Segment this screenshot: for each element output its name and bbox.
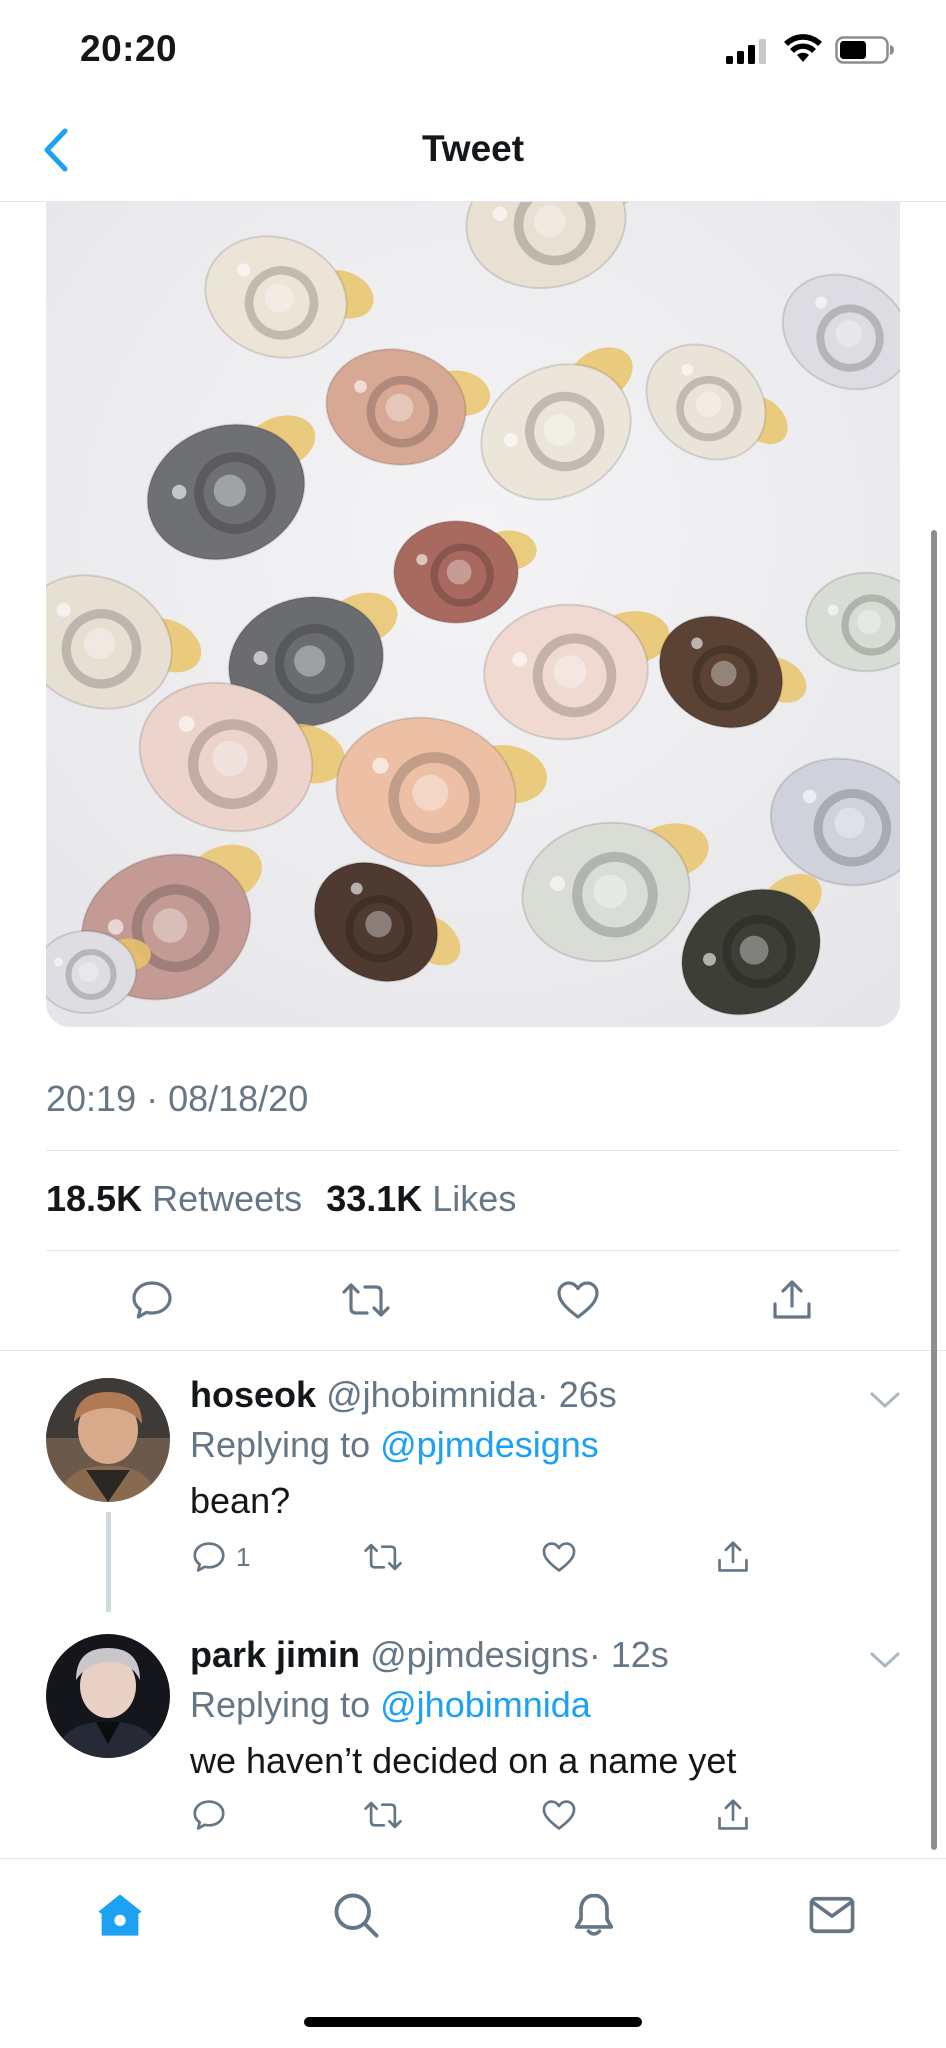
share-button[interactable] [714, 1538, 752, 1576]
reply-item[interactable]: park jimin @pjmdesigns· 12s Replying to … [0, 1612, 946, 1858]
avatar-image [46, 1378, 170, 1502]
reply-author-handle[interactable]: @pjmdesigns [370, 1634, 589, 1675]
reply-options-button[interactable] [868, 1648, 902, 1672]
tab-notifications[interactable] [566, 1887, 622, 1943]
reply-icon [193, 1542, 225, 1572]
reply-author-handle[interactable]: @jhobimnida [326, 1374, 537, 1415]
status-bar: 20:20 [0, 0, 946, 100]
reply-item[interactable]: hoseok @jhobimnida· 26s Replying to @pjm… [0, 1352, 946, 1612]
divider [46, 1150, 900, 1151]
search-icon [334, 1893, 379, 1938]
like-button[interactable] [540, 1796, 578, 1834]
nav-header: Tweet [0, 100, 946, 202]
home-indicator[interactable] [304, 2017, 642, 2027]
replying-to-link[interactable]: @pjmdesigns [380, 1424, 599, 1465]
replying-to-label: Replying to [190, 1684, 371, 1725]
share-icon [718, 1799, 748, 1830]
avatar[interactable] [46, 1634, 170, 1758]
retweet-button[interactable] [362, 1538, 404, 1576]
likes-stat[interactable]: 33.1K Likes [326, 1178, 516, 1219]
divider [0, 1350, 946, 1351]
retweets-stat[interactable]: 18.5K Retweets [46, 1178, 302, 1219]
share-icon [773, 1280, 811, 1319]
share-icon [718, 1541, 748, 1572]
tweet-photo[interactable] [46, 202, 900, 1027]
reply-button[interactable] [190, 1796, 228, 1834]
page-title: Tweet [421, 128, 525, 169]
replying-to-label: Replying to [190, 1424, 371, 1465]
notifications-icon [574, 1893, 614, 1936]
status-time: 20:20 [80, 28, 178, 69]
like-icon [557, 1281, 599, 1319]
reply-text: we haven’t decided on a name yet [190, 1740, 737, 1781]
divider [46, 1250, 900, 1251]
like-icon [542, 1800, 576, 1830]
likes-count: 33.1K [326, 1178, 423, 1219]
reply-count: 1 [236, 1541, 251, 1572]
replying-to-line: Replying to @pjmdesigns [190, 1424, 599, 1466]
reply-button[interactable]: 1 [190, 1538, 250, 1576]
pacifiers-photo [46, 202, 900, 1027]
share-button[interactable] [768, 1276, 816, 1324]
home-icon [98, 1894, 142, 1936]
reply-author-name[interactable]: hoseok [190, 1374, 316, 1415]
retweet-icon [342, 1283, 390, 1317]
tab-bar [0, 1858, 946, 2048]
tab-messages[interactable] [804, 1887, 860, 1943]
replying-to-link[interactable]: @jhobimnida [380, 1684, 591, 1725]
tab-home[interactable] [92, 1887, 148, 1943]
replying-to-line: Replying to @jhobimnida [190, 1684, 591, 1726]
like-icon [542, 1542, 576, 1572]
chevron-down-icon [870, 1392, 900, 1408]
cellular-signal-icon [726, 39, 766, 64]
reply-icon [193, 1800, 225, 1830]
tweet-timestamp: 20:19 · 08/18/20 [46, 1078, 309, 1119]
share-button[interactable] [714, 1796, 752, 1834]
retweet-icon [364, 1543, 402, 1571]
reply-options-button[interactable] [868, 1388, 902, 1412]
tweet-stats: 18.5K Retweets 33.1K Likes [46, 1178, 516, 1220]
battery-icon [835, 36, 894, 64]
avatar[interactable] [46, 1378, 170, 1502]
like-button[interactable] [554, 1276, 602, 1324]
likes-label: Likes [432, 1178, 517, 1219]
reply-time: · 12s [588, 1634, 669, 1675]
reply-button[interactable] [128, 1276, 176, 1324]
messages-icon [809, 1896, 855, 1934]
tab-search[interactable] [328, 1887, 384, 1943]
chevron-down-icon [870, 1652, 900, 1668]
retweet-button[interactable] [362, 1796, 404, 1834]
tweet-actions [0, 1276, 946, 1346]
reply-header: park jimin @pjmdesigns· 12s [190, 1634, 669, 1676]
retweet-icon [364, 1801, 402, 1829]
retweets-label: Retweets [152, 1178, 303, 1219]
wifi-icon [784, 34, 822, 62]
thread-connector [106, 1512, 111, 1612]
scrollbar[interactable] [931, 530, 937, 1850]
reply-time: · 26s [536, 1374, 617, 1415]
reply-author-name[interactable]: park jimin [190, 1634, 360, 1675]
reply-text: bean? [190, 1480, 291, 1521]
reply-icon [132, 1281, 172, 1319]
avatar-image [46, 1634, 170, 1758]
retweet-button[interactable] [340, 1276, 392, 1324]
like-button[interactable] [540, 1538, 578, 1576]
retweets-count: 18.5K [46, 1178, 143, 1219]
reply-header: hoseok @jhobimnida· 26s [190, 1374, 617, 1416]
